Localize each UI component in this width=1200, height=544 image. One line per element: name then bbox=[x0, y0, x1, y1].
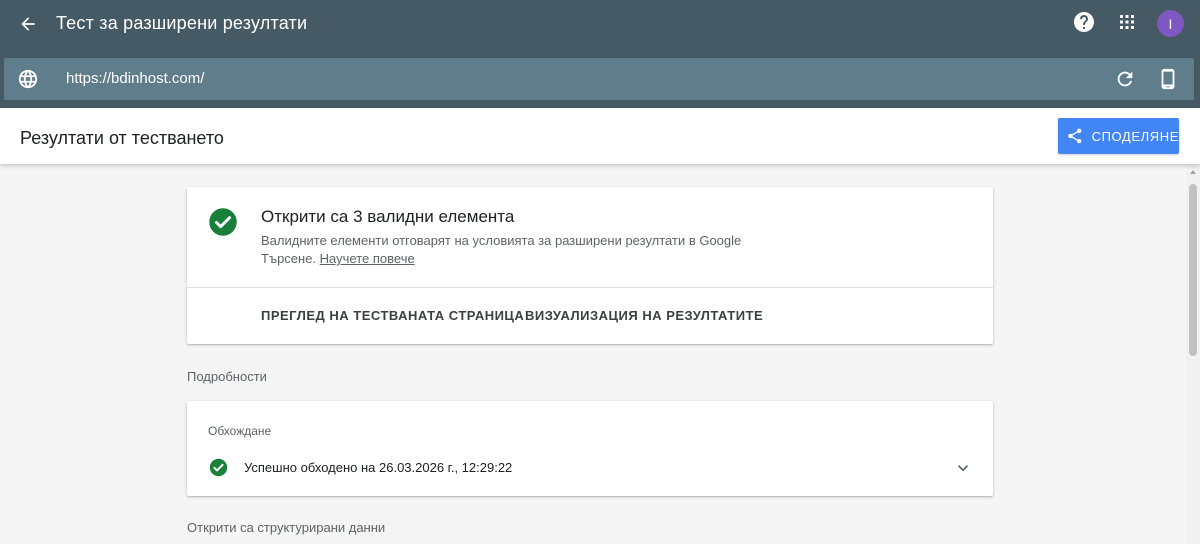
globe-icon bbox=[18, 69, 38, 89]
crawl-label: Обхождане bbox=[208, 424, 272, 438]
share-button-label: СПОДЕЛЯНЕ bbox=[1091, 128, 1179, 144]
apps-grid-icon bbox=[1120, 15, 1134, 29]
help-circle-icon bbox=[1074, 12, 1094, 32]
arrow-left-icon bbox=[21, 17, 35, 31]
smartphone-icon bbox=[1161, 68, 1175, 90]
vertical-scrollbar[interactable] bbox=[1186, 164, 1200, 544]
summary-card: Открити са 3 валидни елемента Валидните … bbox=[187, 187, 993, 344]
app-title: Тест за разширени резултати bbox=[56, 13, 308, 33]
share-button[interactable]: СПОДЕЛЯНЕ bbox=[1058, 118, 1179, 154]
account-avatar[interactable]: I bbox=[1157, 10, 1184, 37]
results-header: Резултати от тестването СПОДЕЛЯНЕ bbox=[0, 108, 1200, 164]
learn-more-link[interactable]: Научете повече bbox=[320, 251, 415, 266]
back-button[interactable] bbox=[14, 10, 42, 38]
help-button[interactable] bbox=[1072, 10, 1096, 34]
details-section-label: Подробности bbox=[187, 369, 267, 384]
check-circle-icon bbox=[209, 208, 237, 236]
expand-crawl-button[interactable] bbox=[953, 458, 973, 478]
summary-description: Валидните елементи отговарят на условият… bbox=[261, 232, 781, 268]
structured-data-section-label: Открити са структурирани данни bbox=[187, 520, 386, 535]
reload-button[interactable] bbox=[1114, 68, 1136, 90]
url-bar: https://bdinhost.com/ bbox=[4, 58, 1194, 100]
check-circle-icon bbox=[209, 458, 228, 477]
view-tested-page-button[interactable]: ПРЕГЛЕД НА ТЕСТВАНАТА СТРАНИЦА bbox=[261, 308, 524, 324]
reload-icon bbox=[1117, 71, 1133, 87]
chevron-down-icon bbox=[958, 465, 968, 472]
top-app-bar: Тест за разширени резултати I https://bd… bbox=[0, 0, 1200, 108]
preview-results-button[interactable]: ВИЗУАЛИЗАЦИЯ НА РЕЗУЛТАТИТЕ bbox=[525, 308, 763, 324]
apps-button[interactable] bbox=[1115, 10, 1139, 34]
crawl-status: Успешно обходено на 26.03.2026 г., 12:29… bbox=[244, 460, 513, 475]
page-title: Резултати от тестването bbox=[20, 128, 224, 148]
share-icon bbox=[1068, 128, 1082, 144]
url-text[interactable]: https://bdinhost.com/ bbox=[66, 70, 204, 88]
crawl-card[interactable]: Обхождане Успешно обходено на 26.03.2026… bbox=[187, 401, 993, 496]
scroll-thumb[interactable] bbox=[1189, 184, 1197, 356]
device-toggle-button[interactable] bbox=[1157, 67, 1179, 91]
card-divider bbox=[187, 287, 993, 288]
scroll-up-arrow-icon[interactable] bbox=[1190, 170, 1196, 174]
summary-title: Открити са 3 валидни елемента bbox=[261, 207, 515, 226]
